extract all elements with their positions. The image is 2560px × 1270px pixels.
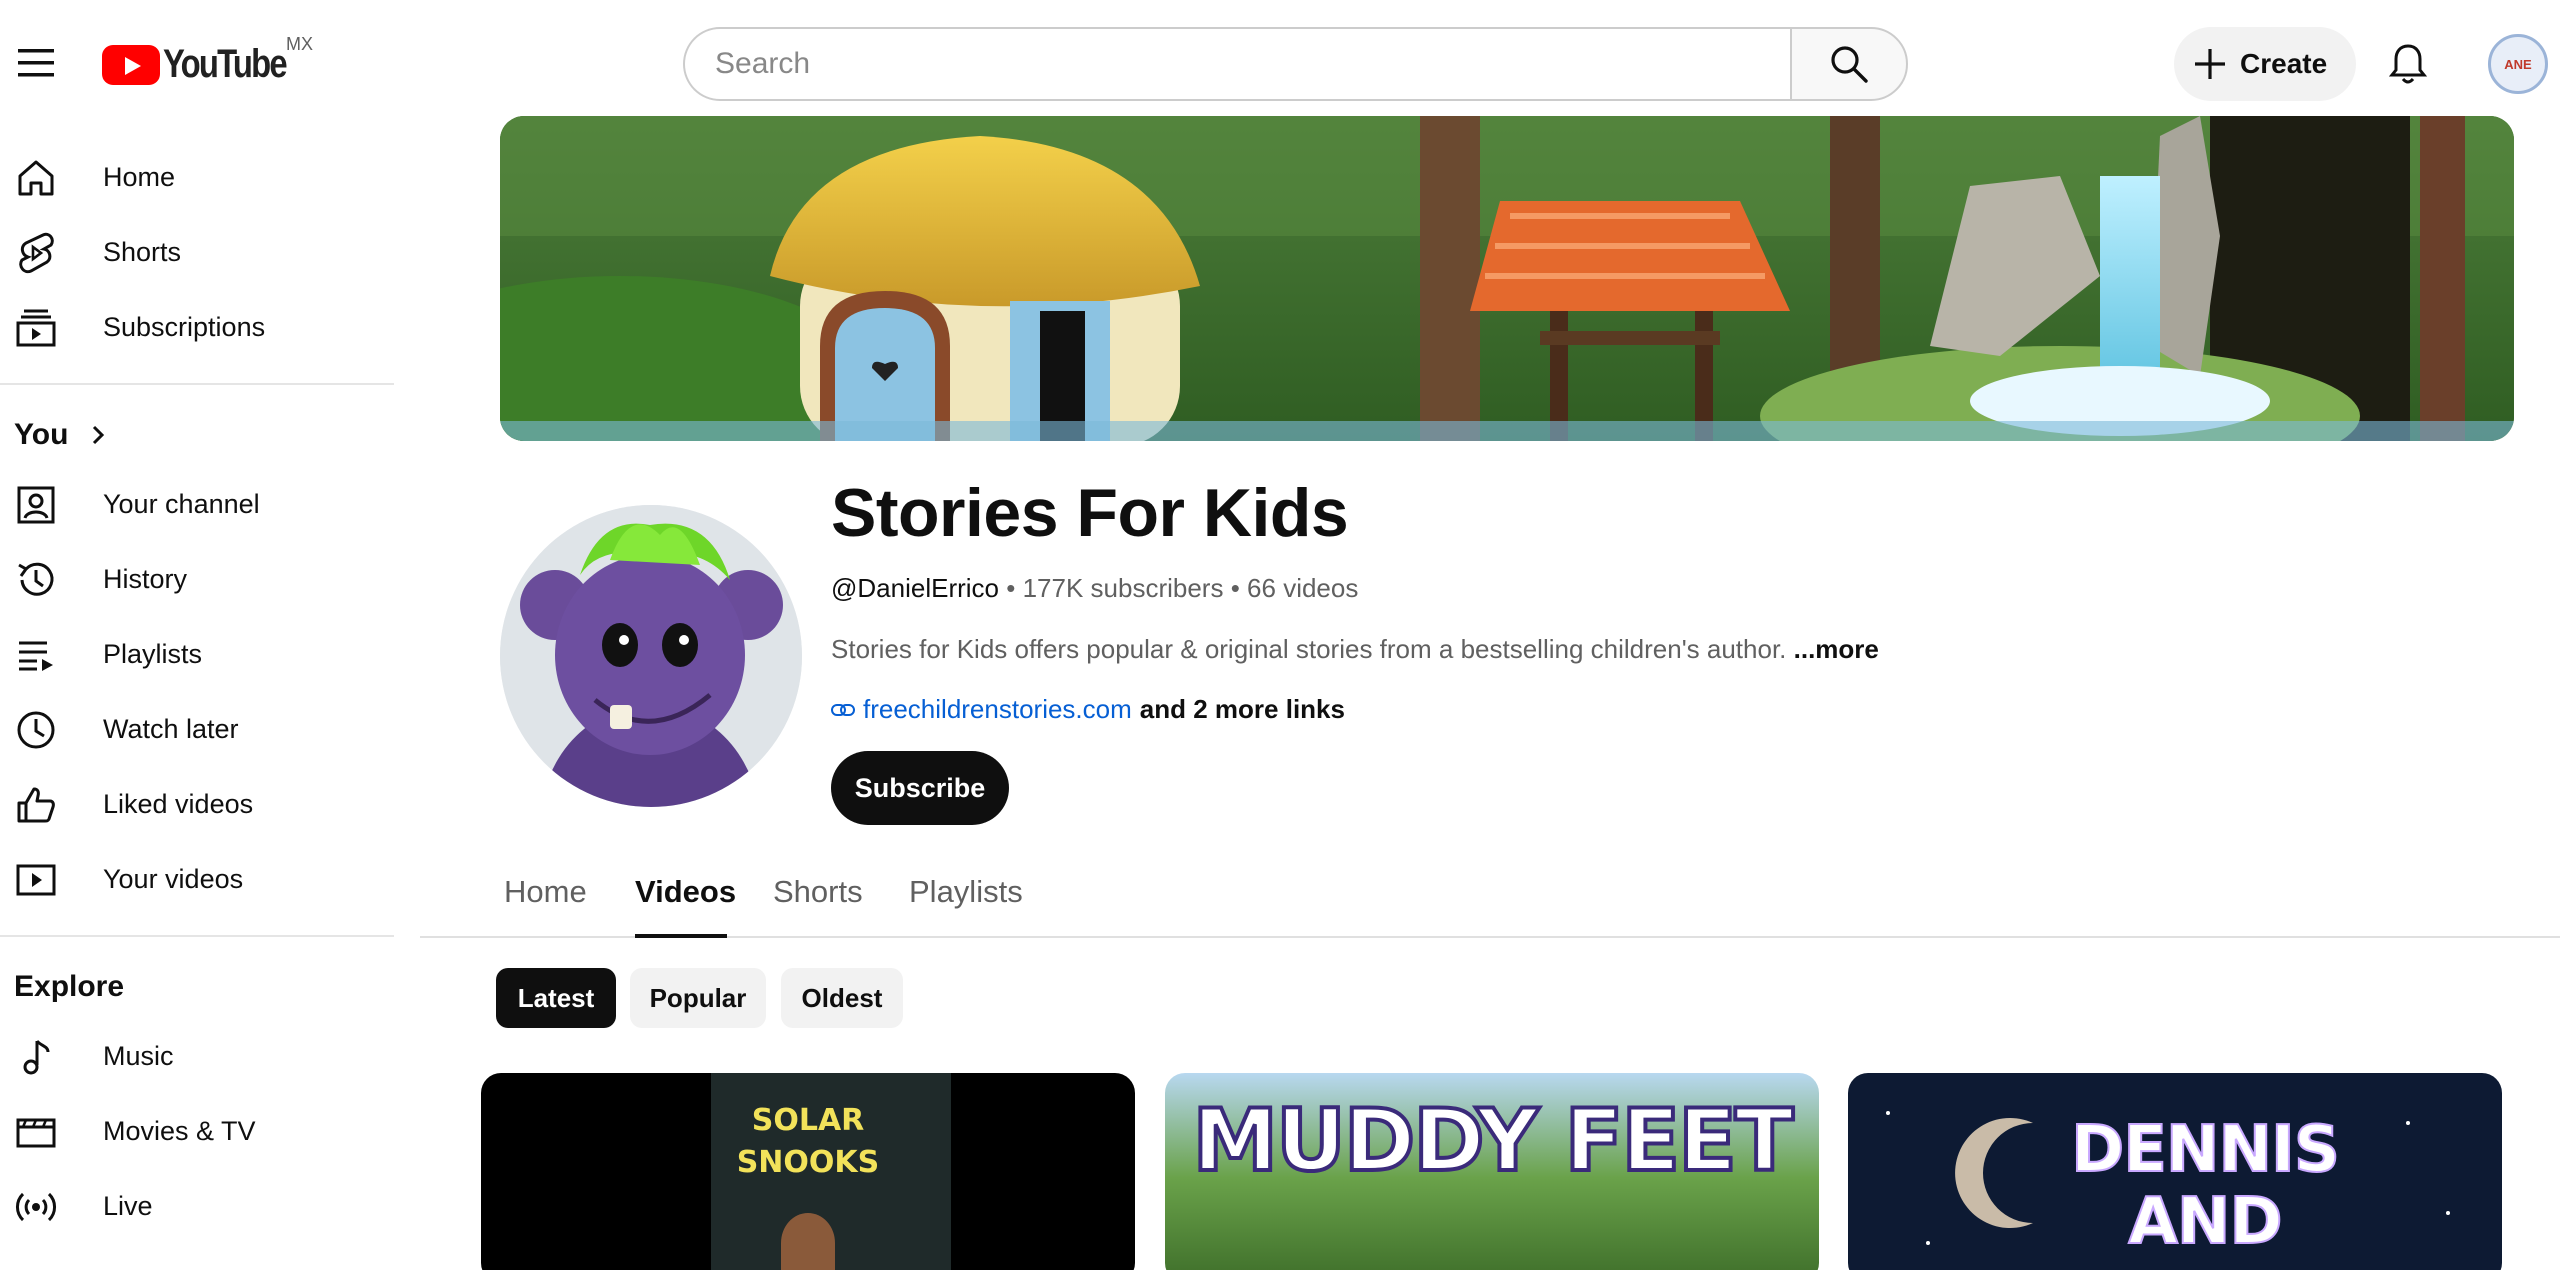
meta-separator: • xyxy=(1006,573,1016,603)
tab-shorts[interactable]: Shorts xyxy=(773,874,863,910)
logo-text: YouTube xyxy=(163,42,288,86)
account-initials: ANE xyxy=(2504,56,2532,72)
sidebar-item-liked-videos[interactable]: Liked videos xyxy=(0,767,394,842)
channel-links: freechildrenstories.com and 2 more links xyxy=(831,694,1345,725)
tab-videos[interactable]: Videos xyxy=(635,874,736,910)
video-thumbnail[interactable]: MUDDY FEET xyxy=(1165,1073,1819,1270)
sidebar-item-label: Your channel xyxy=(103,489,260,519)
subscribe-button[interactable]: Subscribe xyxy=(831,751,1009,825)
channel-banner xyxy=(500,116,2514,441)
sidebar-item-live[interactable]: Live xyxy=(0,1169,394,1244)
thumbnail-title-line: MUDDY FEET xyxy=(1190,1089,1795,1193)
sidebar-item-watch-later[interactable]: Watch later xyxy=(0,692,394,767)
liked-icon xyxy=(14,783,58,827)
channel-description[interactable]: Stories for Kids offers popular & origin… xyxy=(831,634,1879,665)
sidebar-item-label: Movies & TV xyxy=(103,1116,256,1146)
sidebar-item-subscriptions[interactable]: Subscriptions xyxy=(0,290,394,365)
your-videos-icon xyxy=(14,858,58,902)
watch-later-icon xyxy=(14,708,58,752)
you-heading: You xyxy=(14,418,69,451)
account-avatar[interactable]: ANE xyxy=(2488,34,2548,94)
sidebar-item-label: Liked videos xyxy=(103,789,254,819)
sidebar-item-label: Shorts xyxy=(103,237,182,267)
hamburger-icon xyxy=(18,49,54,77)
more-links-button[interactable]: and 2 more links xyxy=(1140,694,1345,725)
video-thumbnail[interactable]: DENNIS AND xyxy=(1848,1073,2502,1270)
chip-oldest[interactable]: Oldest xyxy=(781,968,903,1028)
chip-popular[interactable]: Popular xyxy=(630,968,766,1028)
sidebar-item-label: Live xyxy=(103,1191,153,1221)
banner-illustration xyxy=(500,116,2514,441)
sidebar-item-music[interactable]: Music xyxy=(0,1019,394,1094)
sidebar-item-shorts[interactable]: Shorts xyxy=(0,215,394,290)
shorts-icon xyxy=(14,231,58,275)
channel-link[interactable]: freechildrenstories.com xyxy=(863,694,1132,725)
sidebar-item-label: Home xyxy=(103,162,176,192)
bell-icon xyxy=(2388,44,2428,84)
sidebar-item-label: History xyxy=(103,564,188,594)
thumbnail-title-line: DENNIS xyxy=(2070,1112,2341,1188)
plus-icon xyxy=(2195,49,2225,79)
channel-avatar-image xyxy=(500,505,802,807)
search-icon xyxy=(1831,46,1868,83)
active-tab-indicator xyxy=(635,934,727,938)
video-thumbnail[interactable]: SOLAR SNOOKS xyxy=(481,1073,1135,1270)
thumbnail-character xyxy=(781,1213,835,1270)
link-icon xyxy=(831,703,855,716)
sidebar-item-home[interactable]: Home xyxy=(0,140,394,215)
playlists-icon xyxy=(14,633,58,677)
description-text: Stories for Kids offers popular & origin… xyxy=(831,634,1787,664)
chip-latest[interactable]: Latest xyxy=(496,968,616,1028)
sidebar-item-label: Music xyxy=(103,1041,174,1071)
home-icon xyxy=(14,156,58,200)
youtube-logo[interactable]: YouTube xyxy=(102,42,313,87)
sidebar-item-label: Your videos xyxy=(103,864,244,894)
top-bar: YouTube MX Create ANE xyxy=(0,0,2560,112)
sidebar-section-explore: Explore xyxy=(0,955,394,1019)
menu-button[interactable] xyxy=(10,40,62,86)
notifications-button[interactable] xyxy=(2380,36,2436,92)
region-code: MX xyxy=(286,34,313,54)
channel-handle: @DanielErrico xyxy=(831,573,999,603)
music-icon xyxy=(14,1035,58,1079)
sidebar-item-movies[interactable]: Movies & TV xyxy=(0,1094,394,1169)
channel-tabs: Home Videos Shorts Playlists xyxy=(420,860,2560,938)
search-input[interactable] xyxy=(715,47,1791,81)
meta-separator: • xyxy=(1230,573,1240,603)
sidebar-item-label: Watch later xyxy=(103,714,239,744)
tab-playlists[interactable]: Playlists xyxy=(909,874,1023,910)
live-icon xyxy=(14,1185,58,1229)
sidebar-item-playlists[interactable]: Playlists xyxy=(0,617,394,692)
sidebar-section-you[interactable]: You xyxy=(0,403,394,467)
channel-meta: @DanielErrico • 177K subscribers • 66 vi… xyxy=(831,573,1358,604)
chevron-right-icon xyxy=(93,425,105,445)
subscriptions-icon xyxy=(14,306,58,350)
sidebar-item-your-videos[interactable]: Your videos xyxy=(0,842,394,917)
search-box xyxy=(683,27,1791,101)
history-icon xyxy=(14,558,58,602)
thumbnail-title-line: AND xyxy=(2127,1184,2283,1260)
sidebar-item-label: Subscriptions xyxy=(103,312,266,342)
sidebar-divider xyxy=(0,383,394,385)
create-button[interactable]: Create xyxy=(2174,27,2356,101)
thumbnail-title-line: SNOOKS xyxy=(736,1145,880,1180)
more-button[interactable]: ...more xyxy=(1794,634,1879,664)
thumbnail-title-line: SOLAR xyxy=(751,1103,865,1138)
channel-title: Stories For Kids xyxy=(831,475,1349,551)
tab-home[interactable]: Home xyxy=(504,874,587,910)
youtube-play-icon xyxy=(102,44,160,85)
sidebar: Home Shorts Subscriptions You Your chann… xyxy=(0,140,394,1244)
search-button[interactable] xyxy=(1790,27,1908,101)
subscriber-count: 177K subscribers xyxy=(1022,573,1224,603)
create-label: Create xyxy=(2240,48,2328,79)
channel-avatar[interactable] xyxy=(500,505,802,807)
your-channel-icon xyxy=(14,483,58,527)
video-count: 66 videos xyxy=(1247,573,1359,603)
explore-heading: Explore xyxy=(14,970,125,1003)
sidebar-item-label: Playlists xyxy=(103,639,203,669)
movies-icon xyxy=(14,1110,58,1154)
sidebar-item-history[interactable]: History xyxy=(0,542,394,617)
sidebar-divider xyxy=(0,935,394,937)
sidebar-item-your-channel[interactable]: Your channel xyxy=(0,467,394,542)
